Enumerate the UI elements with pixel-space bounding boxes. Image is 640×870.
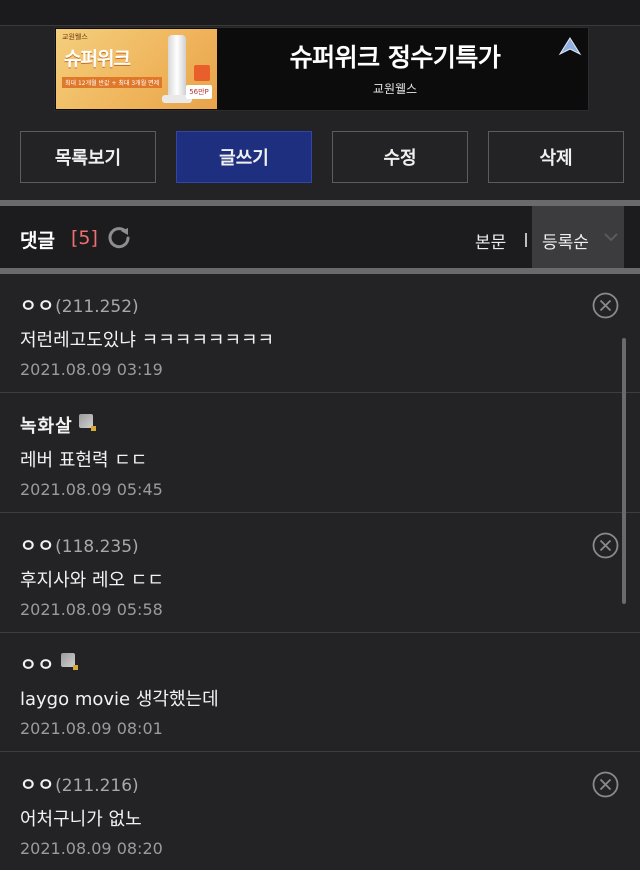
ad-image-promo: 최대 12개월 반값 + 최대 3개월 면제 — [62, 77, 163, 88]
member-badge-icon — [78, 414, 96, 431]
delete-button[interactable]: 삭제 — [488, 131, 624, 183]
header-divider — [525, 233, 527, 247]
comment-ip: (118.235) — [55, 537, 139, 557]
comment-title: 댓글 — [20, 230, 55, 252]
chevron-down-icon — [604, 233, 618, 242]
comment-date: 2021.08.09 03:19 — [20, 360, 163, 379]
ad-image-brand: 교원웰스 — [62, 33, 88, 41]
comment-author[interactable]: ㅇㅇ(118.235) — [20, 532, 139, 558]
comment-author[interactable]: 녹화살 — [20, 412, 96, 438]
comment-item: ㅇㅇ(118.235) 후지사와 레오 ㄷㄷ 2021.08.09 05:58 — [0, 514, 640, 633]
comment-text: 저런레고도있냐 ㅋㅋㅋㅋㅋㅋㅋㅋ — [20, 330, 275, 351]
comment-date: 2021.08.09 08:20 — [20, 839, 163, 858]
comment-item: 녹화살 레버 표현력 ㄷㄷ 2021.08.09 05:45 — [0, 394, 640, 513]
comment-author-name: ㅇㅇ — [20, 775, 56, 796]
comment-header: 댓글 [5] 본문 등록순 — [0, 206, 640, 268]
delete-comment-icon[interactable] — [592, 771, 619, 798]
scrollbar[interactable] — [622, 338, 626, 604]
delete-comment-icon[interactable] — [592, 532, 619, 559]
post-action-bar: 목록보기 글쓰기 수정 삭제 — [20, 131, 625, 183]
comment-ip: (211.216) — [55, 776, 139, 796]
delete-comment-icon[interactable] — [592, 292, 619, 319]
comment-ip: (211.252) — [55, 297, 139, 317]
comment-author[interactable]: ㅇㅇ — [20, 651, 79, 677]
water-purifier-image — [168, 35, 186, 101]
comment-count: [5] — [71, 227, 98, 249]
ad-subtitle: 교원웰스 — [372, 82, 418, 96]
sort-dropdown[interactable]: 등록순 — [532, 206, 624, 268]
sort-label: 등록순 — [542, 233, 589, 253]
comment-item: ㅇㅇ(211.252) 저런레고도있냐 ㅋㅋㅋㅋㅋㅋㅋㅋ 2021.08.09 … — [0, 274, 640, 393]
comment-author-name: ㅇㅇ — [20, 655, 56, 676]
ad-arrow-icon[interactable] — [558, 36, 582, 56]
comment-date: 2021.08.09 05:58 — [20, 600, 163, 619]
comment-date: 2021.08.09 08:01 — [20, 719, 163, 738]
ad-image-product-name: 슈퍼위크 — [64, 48, 131, 70]
comment-date: 2021.08.09 05:45 — [20, 480, 163, 499]
comment-author[interactable]: ㅇㅇ(211.216) — [20, 771, 139, 797]
ad-image[interactable]: 교원웰스 슈퍼위크 최대 12개월 반값 + 최대 3개월 면제 56만P — [56, 29, 217, 109]
comment-author-name: 녹화살 — [20, 416, 73, 437]
comment-text: 레버 표현력 ㄷㄷ — [20, 450, 148, 471]
comment-text: laygo movie 생각했는데 — [20, 689, 219, 710]
ad-banner[interactable]: 교원웰스 슈퍼위크 최대 12개월 반값 + 최대 3개월 면제 56만P 슈퍼… — [54, 27, 589, 111]
top-strip — [0, 0, 640, 26]
refresh-icon[interactable] — [106, 224, 132, 250]
ad-title[interactable]: 슈퍼위크 정수기특가 — [230, 38, 560, 74]
comment-author-name: ㅇㅇ — [20, 536, 56, 557]
comment-text: 후지사와 레오 ㄷㄷ — [20, 570, 164, 591]
body-link[interactable]: 본문 — [475, 228, 506, 253]
comment-item: ㅇㅇ(211.216) 어처구니가 없노 2021.08.09 08:20 — [0, 753, 640, 870]
write-button[interactable]: 글쓰기 — [176, 131, 312, 183]
comment-text: 어처구니가 없노 — [20, 809, 142, 830]
member-badge-icon — [61, 653, 79, 670]
comment-author-name: ㅇㅇ — [20, 296, 56, 317]
edit-button[interactable]: 수정 — [332, 131, 468, 183]
comment-author[interactable]: ㅇㅇ(211.252) — [20, 292, 139, 318]
gift-box-icon — [194, 65, 210, 81]
ad-image-price: 56만P — [186, 85, 212, 99]
comment-item: ㅇㅇ laygo movie 생각했는데 2021.08.09 08:01 — [0, 633, 640, 752]
list-button[interactable]: 목록보기 — [20, 131, 156, 183]
